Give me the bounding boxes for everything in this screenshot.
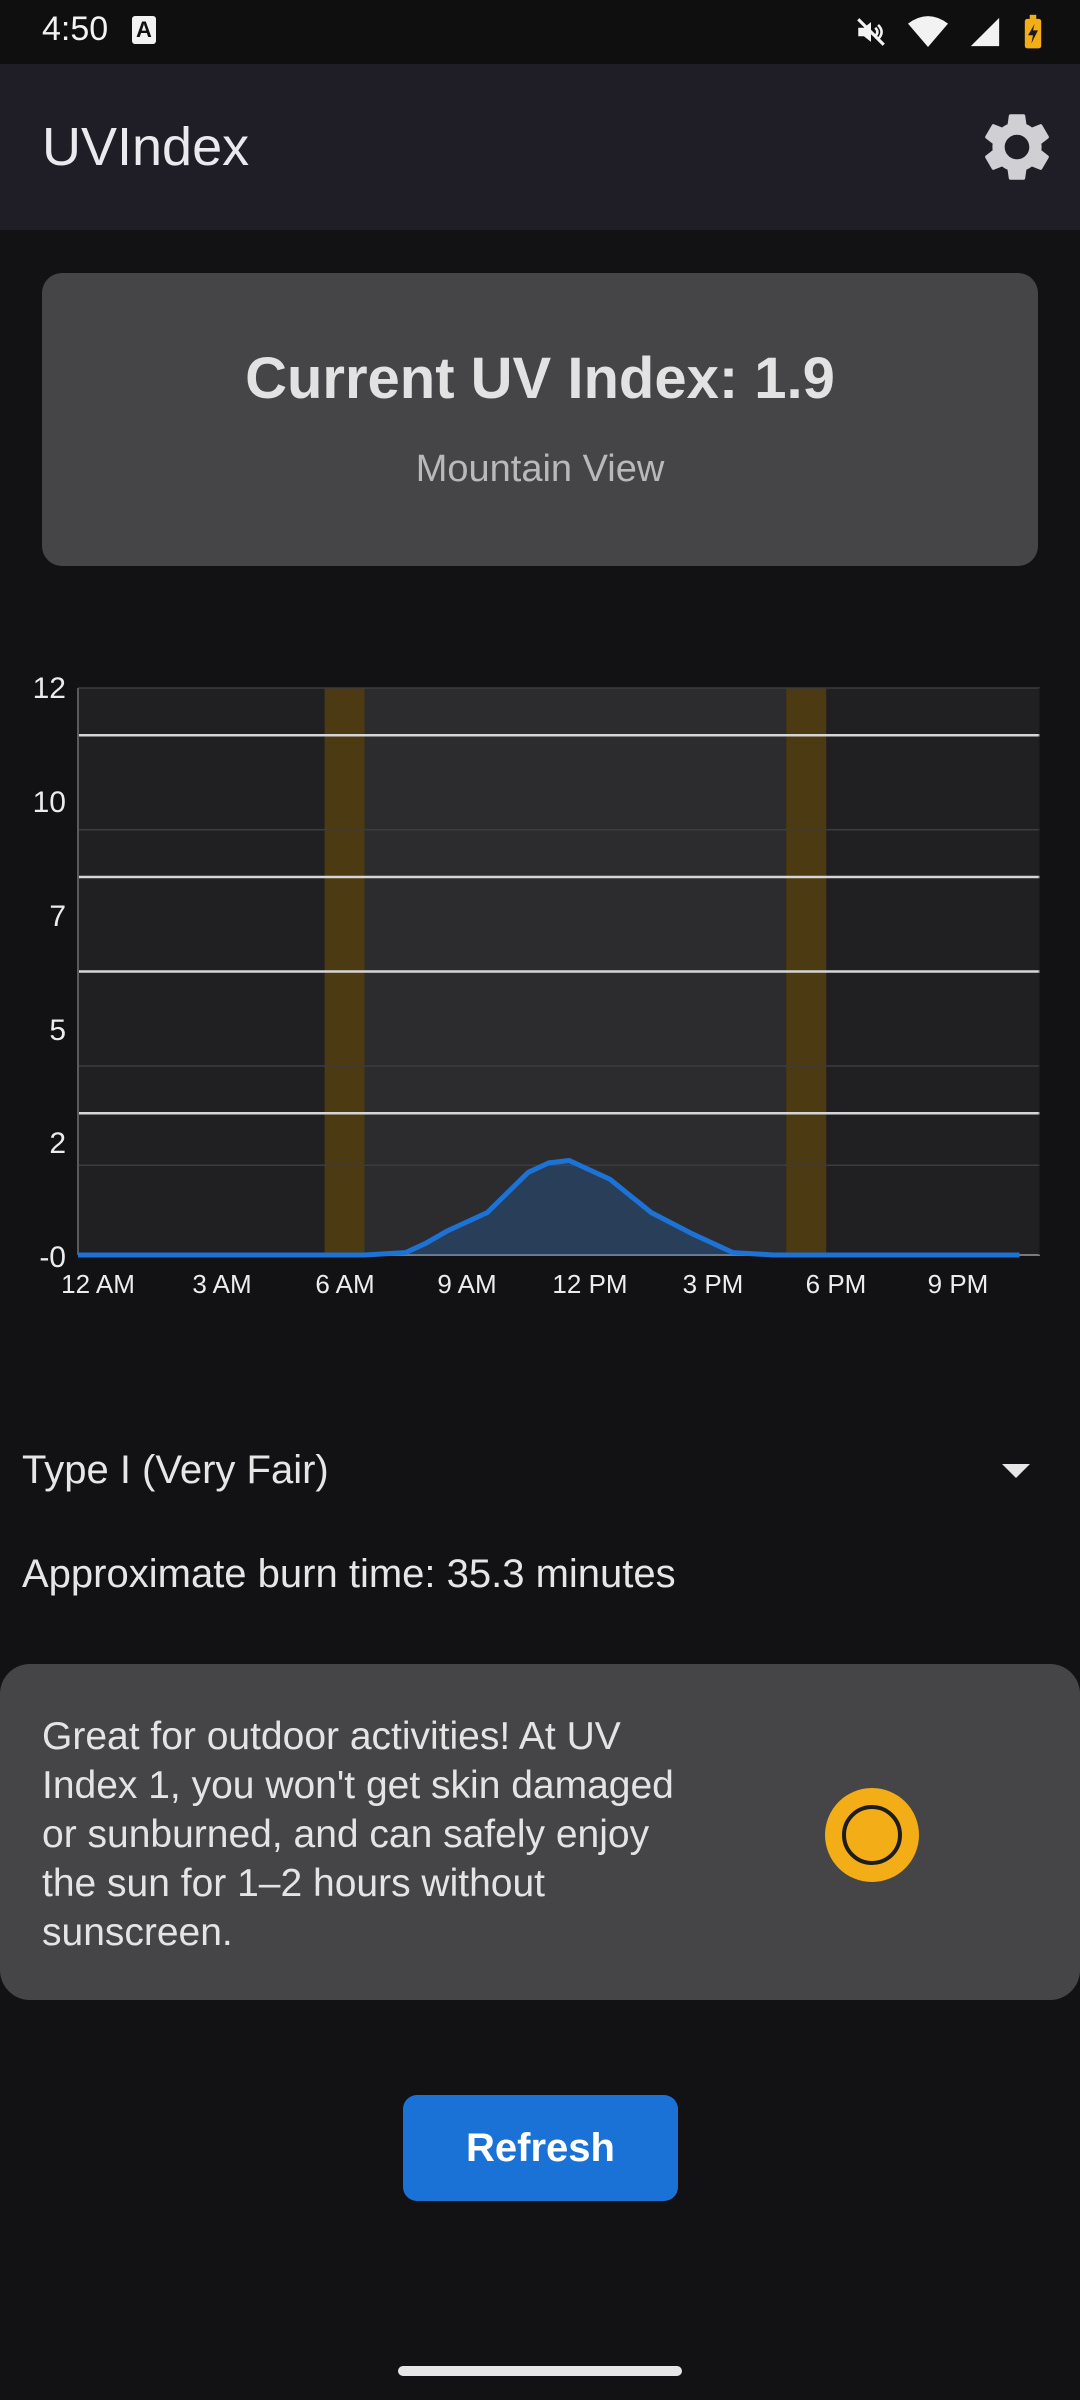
x-tick-label: 9 AM: [437, 1269, 496, 1299]
advice-card: Great for outdoor activities! At UV Inde…: [0, 1664, 1080, 2000]
status-time: 4:50: [42, 10, 109, 48]
current-uv-title: Current UV Index: 1.9: [245, 346, 835, 411]
mute-icon: [857, 18, 885, 46]
current-uv-card: Current UV Index: 1.9 Mountain View: [42, 273, 1038, 566]
y-tick-label: 12: [33, 672, 66, 705]
gear-icon[interactable]: [976, 106, 1058, 188]
burn-time-text: Approximate burn time: 35.3 minutes: [22, 1552, 676, 1596]
battery-charging-icon: [1024, 14, 1042, 49]
refresh-button[interactable]: Refresh: [403, 2095, 678, 2201]
wifi-icon: [908, 16, 948, 47]
y-tick-label: 10: [33, 786, 66, 819]
x-tick-label: 3 AM: [192, 1269, 251, 1299]
x-tick-label: 3 PM: [683, 1269, 744, 1299]
sun-icon: [825, 1788, 919, 1882]
status-icons: [854, 12, 1044, 52]
app-bar: UVIndex: [0, 64, 1080, 230]
x-tick-label: 9 PM: [928, 1269, 989, 1299]
x-tick-label: 6 PM: [806, 1269, 867, 1299]
y-tick-label: 5: [49, 1014, 66, 1047]
cell-signal-icon: [970, 17, 1000, 47]
skin-type-dropdown[interactable]: Type I (Very Fair): [0, 1430, 1080, 1510]
x-tick-label: 12 PM: [552, 1269, 627, 1299]
location-label: Mountain View: [415, 448, 665, 490]
x-tick-label: 12 AM: [61, 1269, 135, 1299]
notification-a-icon: A: [132, 16, 156, 44]
status-bar: 4:50 A: [0, 0, 1080, 64]
uv-forecast-chart: 1210752-012 AM 3 AM 6 AM 9 AM 12 PM 3 PM 6 PM 9…: [33, 672, 1040, 1299]
skin-type-label: Type I (Very Fair): [22, 1448, 329, 1492]
x-tick-label: 6 AM: [315, 1269, 374, 1299]
advice-text: Great for outdoor activities! At UV Inde…: [42, 1715, 674, 1954]
y-tick-label: 7: [49, 900, 66, 933]
plot-edge-fade: [1000, 688, 1040, 1255]
dropdown-arrow-icon: [1002, 1464, 1030, 1478]
y-tick-label: 2: [49, 1127, 66, 1160]
app-title: UVIndex: [42, 117, 250, 177]
home-indicator[interactable]: [398, 2366, 682, 2376]
